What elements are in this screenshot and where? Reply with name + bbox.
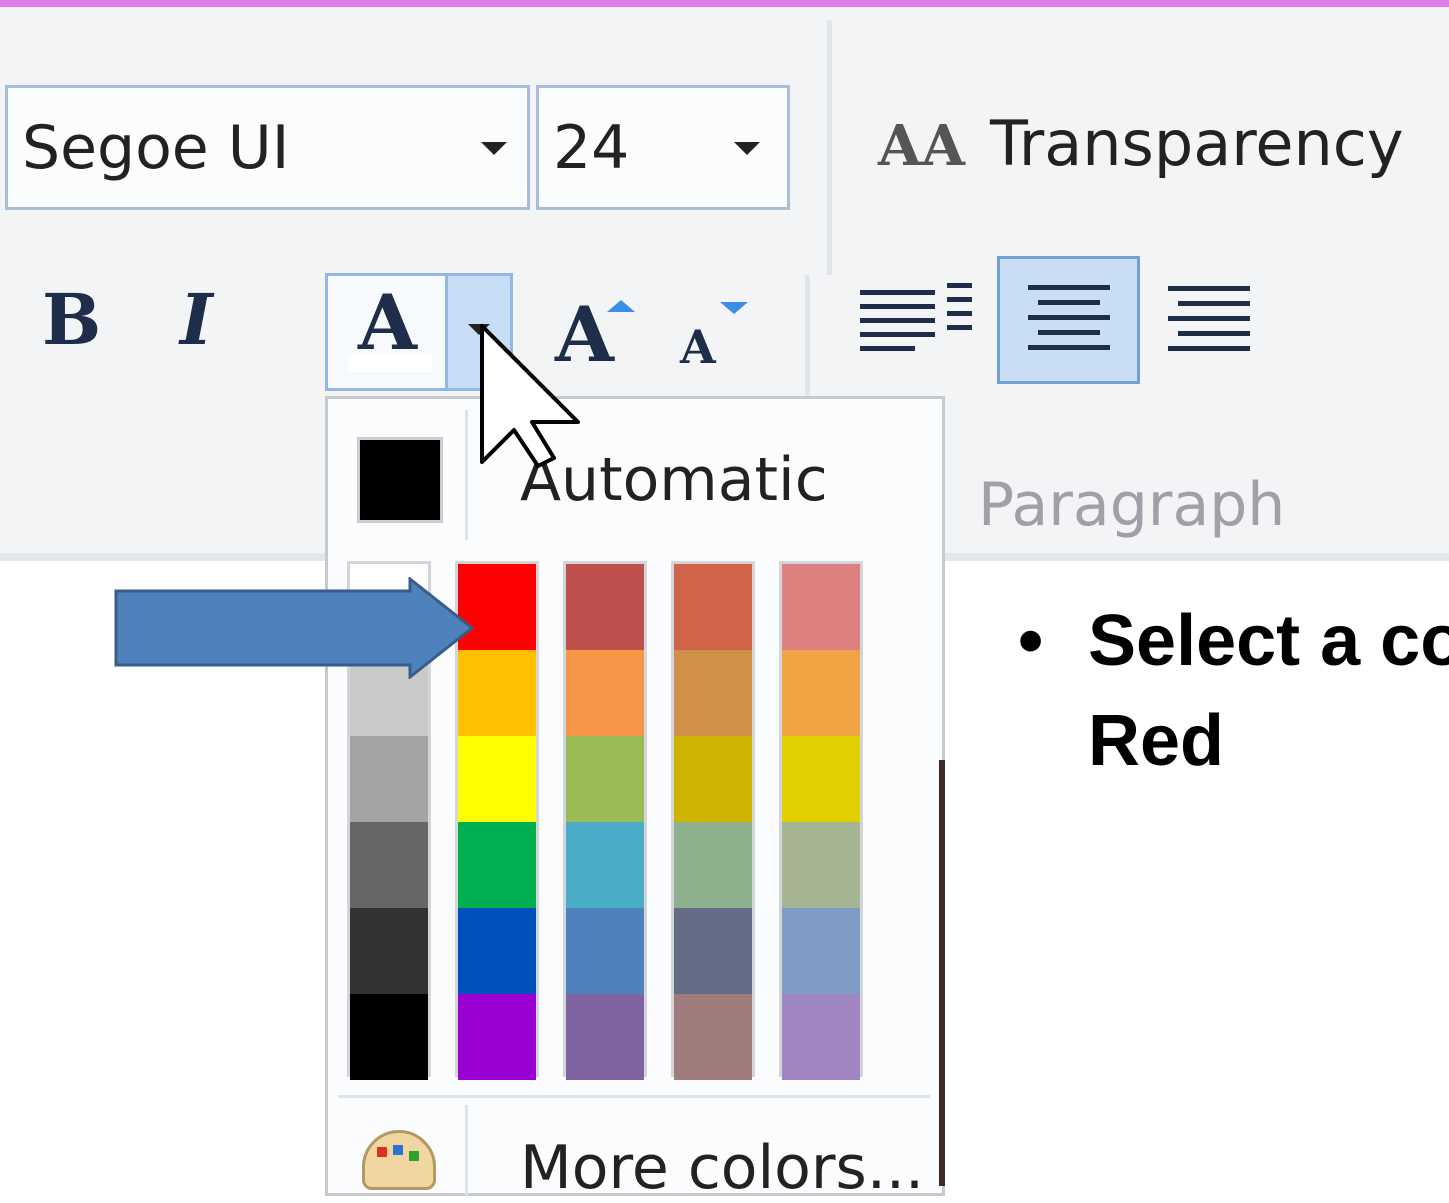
color-swatch[interactable] [458,908,536,994]
arrow-up-icon [607,300,635,312]
color-swatch[interactable] [458,822,536,908]
italic-button[interactable]: I [180,278,213,361]
transparency-button[interactable]: AA Transparency [878,105,1418,195]
more-colors-option[interactable]: More colors... [520,1133,924,1203]
color-swatch-column [671,561,755,1080]
color-swatch[interactable] [566,994,644,1080]
font-color-indicator [348,354,432,372]
color-swatch-column [779,561,863,1080]
font-color-button[interactable]: A [325,273,448,391]
color-swatch[interactable] [566,736,644,822]
group-separator [827,20,832,275]
font-size-combobox[interactable]: 24 [536,85,790,210]
color-swatch[interactable] [566,908,644,994]
color-swatch[interactable] [350,908,428,994]
mouse-cursor-icon [480,324,580,468]
bullet-icon: • [1018,601,1044,681]
pointer-arrow-annotation [114,577,475,679]
menu-shadow-edge [939,760,945,1186]
bold-button[interactable]: B [42,278,101,361]
color-swatch[interactable] [782,564,860,650]
menu-divider [338,1095,930,1098]
transparency-label: Transparency [990,107,1404,180]
color-swatch[interactable] [674,908,752,994]
color-swatch[interactable] [782,822,860,908]
font-size-value: 24 [553,113,630,183]
color-swatch[interactable] [674,564,752,650]
arrow-down-icon [720,302,748,314]
color-swatch[interactable] [782,736,860,822]
chevron-down-icon[interactable] [734,142,760,155]
menu-divider [465,410,468,540]
align-right-button[interactable] [1160,280,1255,362]
color-swatch[interactable] [458,994,536,1080]
color-swatch[interactable] [674,822,752,908]
paragraph-group-label: Paragraph [978,470,1286,540]
menu-divider [465,1105,468,1195]
color-swatch[interactable] [566,564,644,650]
font-family-combobox[interactable]: Segoe UI [5,85,530,210]
slide-text-line1: Select a co [1088,601,1449,681]
transparency-icon: AA [878,113,965,179]
font-family-value: Segoe UI [22,113,290,183]
color-swatch[interactable] [566,822,644,908]
color-swatch[interactable] [566,650,644,736]
color-swatch[interactable] [350,736,428,822]
slide-text-line2: Red [1088,701,1225,781]
color-swatch[interactable] [782,994,860,1080]
window-top-border [0,0,1449,7]
automatic-color-swatch[interactable] [357,437,443,523]
group-separator [805,275,810,410]
align-left-button[interactable] [855,280,980,362]
color-swatch[interactable] [350,994,428,1080]
color-swatch[interactable] [674,650,752,736]
color-swatch[interactable] [674,994,752,1080]
color-swatch[interactable] [350,822,428,908]
color-swatch[interactable] [782,650,860,736]
color-swatch-column [563,561,647,1080]
color-swatch[interactable] [782,908,860,994]
shrink-font-icon: A [680,320,716,374]
shrink-font-button[interactable]: A [680,300,750,374]
color-swatch[interactable] [458,736,536,822]
align-center-button[interactable] [997,256,1140,384]
chevron-down-icon[interactable] [481,142,507,155]
color-swatch[interactable] [674,736,752,822]
